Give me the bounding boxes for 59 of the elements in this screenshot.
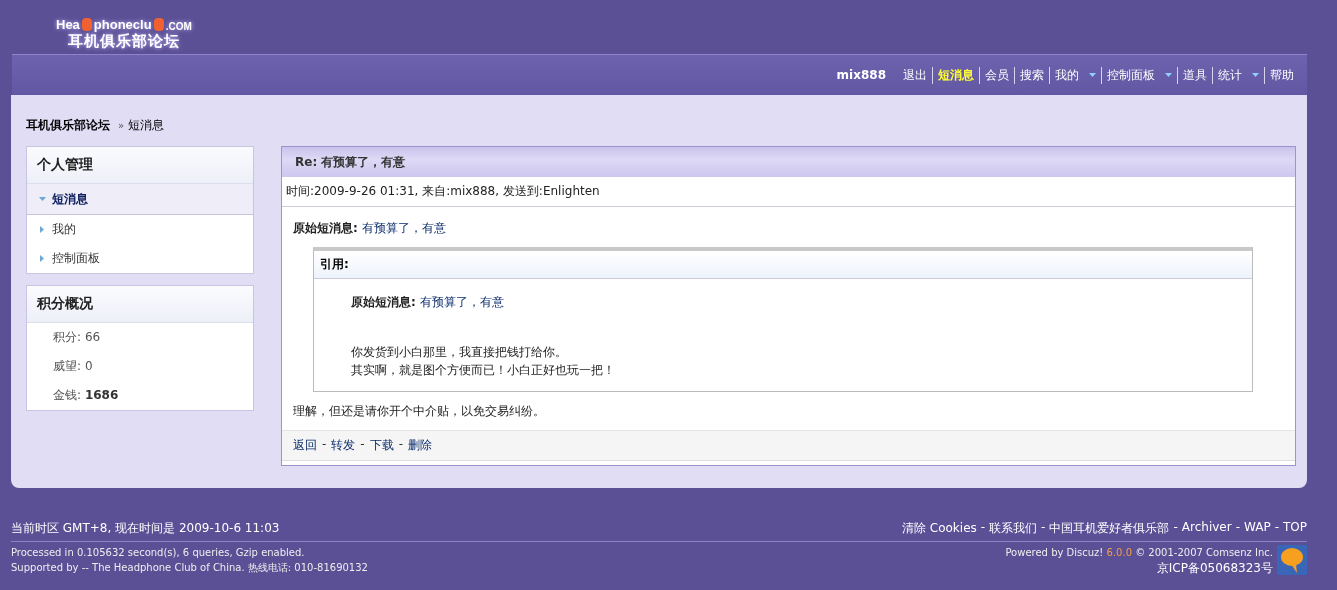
icp-text: 京ICP备05068323号 [1156,560,1273,577]
panel-title: 个人管理 [27,147,253,184]
stat-text: 积分: 66 [53,329,101,346]
breadcrumb-link[interactable]: 耳机俱乐部论坛 [26,117,110,134]
nav-link[interactable]: 控制面板 [1101,66,1177,84]
caret-right-icon [39,255,46,262]
message-meta: 时间:2009-9-26 01:31, 来自:mix888, 发送到:Enlighten [282,177,1295,207]
separator-text: - [398,437,404,453]
dropdown-caret-icon [1165,73,1172,78]
separator-text: - [1041,520,1046,536]
separator-text: - [1235,520,1240,536]
breadcrumb-current: 短消息 [128,117,165,134]
stat-text: 金钱: 1686 [53,387,119,404]
speech-bubble-icon [1277,545,1307,575]
footer-link[interactable]: 中国耳机爱好者俱乐部 [1049,520,1170,537]
caret-down-icon [39,195,46,203]
message-link[interactable]: 有预算了，有意 [361,221,446,235]
nav-link[interactable]: 统计 [1212,66,1264,84]
support-text: Supported by -- The Headphone Club of China. 热线电话: 010-81690132 [11,561,368,575]
nav-link[interactable]: 帮助 [1264,66,1299,84]
message-title: Re: 有预算了，有意 [282,147,1295,177]
nav-link[interactable]: 道具 [1177,66,1212,84]
powered-by-text: Powered by Discuz! 6.0.0 © 2001-2007 Comsenz Inc. [1005,546,1273,560]
timezone-text: 当前时区 GMT+8, 现在时间是 2009-10-6 11:03 [11,520,280,537]
caret-right-icon [39,226,46,233]
message-link[interactable]: 有预算了，有意 [419,295,504,309]
nav-link[interactable]: 短消息 [932,66,979,84]
footer-link[interactable]: 联系我们 [989,520,1038,537]
breadcrumb-separator: » [118,120,125,131]
action-link[interactable]: 删除 [408,437,433,454]
footer-link[interactable]: 清除 Cookies [901,520,977,537]
stat-text: 威望: 0 [53,358,93,375]
footer-link[interactable]: Archiver [1181,520,1232,537]
quote-text: 你发货到小白那里，我直接把钱打给你。 [351,344,568,361]
nav-link[interactable]: 我的 [1049,66,1101,84]
action-link[interactable]: 下载 [369,437,394,454]
separator-text: - [980,520,986,536]
reply-text: 理解，但还是请你开个中介贴，以免交易纠纷。 [293,403,546,420]
nav-link[interactable]: 退出 [898,66,932,84]
nav-link[interactable]: 会员 [979,66,1014,84]
sidebar-menu-item[interactable]: 短消息 [27,184,253,215]
separator-text: - [1173,520,1178,536]
footer-link[interactable]: WAP [1244,520,1271,537]
dropdown-caret-icon [1252,73,1259,78]
nav-link[interactable]: 搜索 [1014,66,1049,84]
action-link[interactable]: 返回 [293,437,317,454]
processed-text: Processed in 0.105632 second(s), 6 queries, Gzip enabled. [11,546,306,560]
panel-title: 积分概况 [27,286,253,323]
original-message-text: 原始短消息: 有预算了，有意 [351,295,504,309]
action-link[interactable]: 转发 [331,437,356,454]
username-link[interactable]: mix888 [836,68,886,83]
dropdown-caret-icon [1089,73,1096,78]
separator-text: - [360,437,365,453]
separator-text: - [322,437,327,453]
separator-text: - [1274,520,1279,536]
quote-text: 其实啊，就是图个方便而已！小白正好也玩一把！ [351,362,616,379]
footer-link[interactable]: TOP [1283,520,1307,537]
site-logo[interactable]: Hea phoneclu .COM 耳机俱乐部论坛 [56,0,192,51]
original-message-text: 原始短消息: 有预算了，有意 [293,221,446,235]
